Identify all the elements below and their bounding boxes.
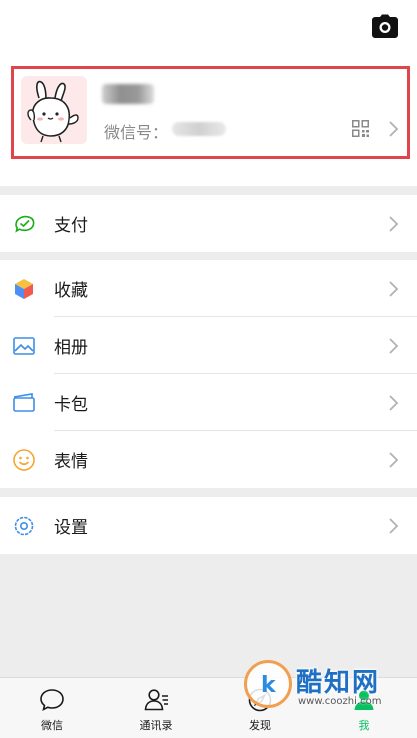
tab-chats[interactable]: 微信	[0, 678, 104, 738]
chevron-right-icon	[389, 337, 399, 354]
menu-label-settings: 设置	[54, 518, 88, 538]
tab-discover[interactable]: 发现	[208, 678, 312, 738]
menu-item-settings[interactable]: 设置	[0, 497, 417, 554]
smiley-icon	[13, 448, 35, 471]
album-picture-icon	[13, 336, 35, 355]
pay-section: 支付	[0, 195, 417, 252]
menu-item-favorites[interactable]: 收藏	[0, 260, 417, 317]
tab-me[interactable]: 我	[312, 678, 416, 738]
bottom-tab-bar: 微信 通讯录 发现 我	[0, 677, 417, 738]
tab-label-discover: 发现	[249, 719, 271, 732]
favorites-cube-icon	[15, 278, 33, 299]
chat-bubble-icon	[40, 689, 64, 712]
person-icon	[354, 690, 374, 710]
settings-section: 设置	[0, 497, 417, 554]
tab-label-me: 我	[358, 719, 370, 732]
menu-label-pay: 支付	[54, 216, 88, 236]
menu-item-stickers[interactable]: 表情	[0, 431, 417, 488]
chevron-right-icon	[389, 280, 399, 297]
compass-icon	[248, 688, 272, 712]
camera-icon[interactable]	[372, 14, 398, 38]
menu-item-pay[interactable]: 支付	[0, 195, 417, 252]
menu-label-album: 相册	[54, 338, 88, 358]
tab-label-chats: 微信	[41, 719, 63, 732]
wechat-pay-icon	[15, 215, 35, 233]
menu-item-cards[interactable]: 卡包	[0, 374, 417, 431]
card-wallet-icon	[13, 392, 35, 412]
profile-card-highlight[interactable]	[11, 66, 410, 159]
chevron-right-icon	[389, 517, 399, 534]
tab-label-contacts: 通讯录	[139, 719, 173, 732]
menu-label-stickers: 表情	[54, 452, 88, 472]
menu-label-favorites: 收藏	[54, 281, 88, 301]
chevron-right-icon	[389, 451, 399, 468]
features-section: 收藏 相册 卡包 表情	[0, 260, 417, 488]
tab-contacts[interactable]: 通讯录	[104, 678, 208, 738]
menu-label-cards: 卡包	[54, 395, 88, 415]
chevron-right-icon	[389, 394, 399, 411]
gear-icon	[14, 516, 34, 535]
contacts-icon	[144, 689, 168, 711]
menu-item-album[interactable]: 相册	[0, 317, 417, 374]
chevron-right-icon	[389, 215, 399, 232]
